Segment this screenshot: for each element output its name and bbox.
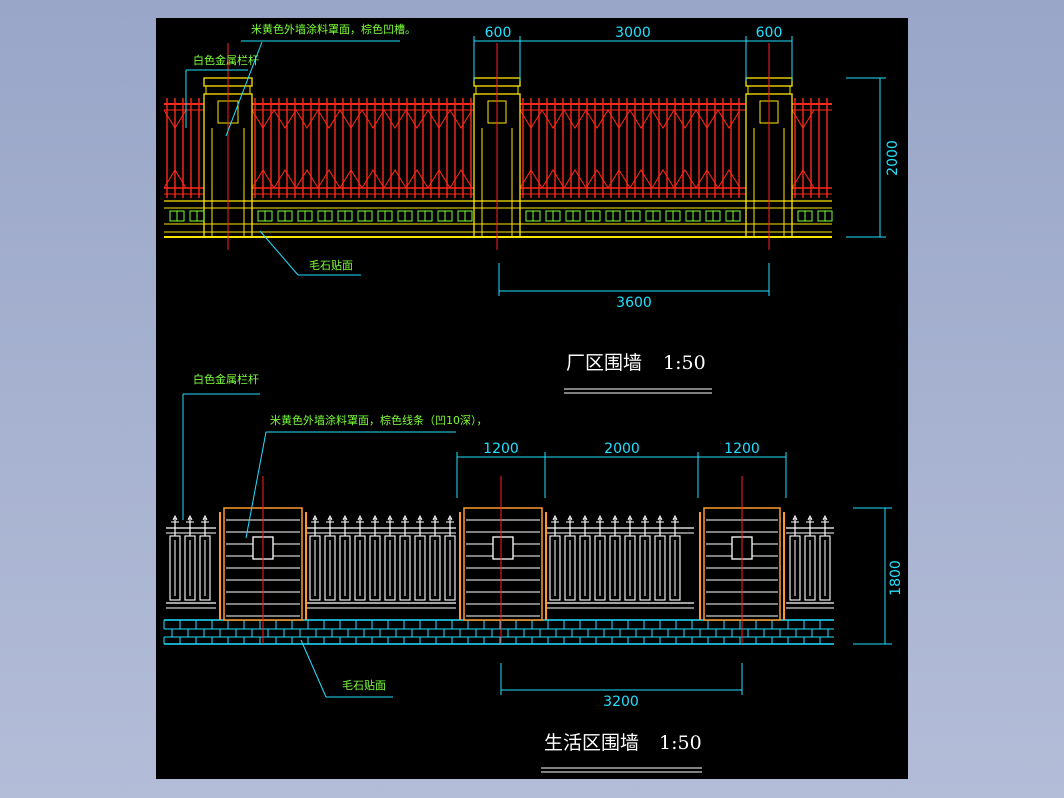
bottom-stone-base bbox=[163, 619, 834, 645]
ornament-v bbox=[541, 109, 565, 129]
panel-frame bbox=[463, 507, 543, 621]
bottom-base-note: 毛石贴面 bbox=[342, 678, 386, 692]
ornament-v bbox=[563, 109, 587, 129]
top-wall-title: 厂区围墙 bbox=[566, 352, 642, 374]
top-dim-middle: 3000 bbox=[615, 25, 651, 41]
bottom-wall-elevation bbox=[163, 476, 834, 645]
ornament-v bbox=[405, 109, 429, 129]
top-dimensions bbox=[473, 36, 886, 296]
ornament-inv bbox=[651, 169, 675, 189]
ornament-v bbox=[449, 109, 473, 129]
ornament-inv bbox=[449, 169, 473, 189]
bottom-dim-height: 1800 bbox=[888, 560, 904, 596]
ornament-v bbox=[717, 109, 741, 129]
ornament-v bbox=[585, 109, 609, 129]
top-dim-right: 600 bbox=[756, 25, 783, 41]
bottom-dim-span: 3200 bbox=[603, 694, 639, 710]
bottom-title-underline bbox=[541, 767, 702, 773]
ornament-inv bbox=[541, 169, 565, 189]
top-railing-note: 白色金属栏杆 bbox=[193, 53, 259, 67]
top-wall-scale: 1:50 bbox=[663, 352, 706, 374]
ornament-v bbox=[317, 109, 341, 129]
ornament-inv bbox=[673, 169, 697, 189]
ornament-inv bbox=[273, 169, 297, 189]
ornament-v bbox=[361, 109, 385, 129]
ornament-inv bbox=[629, 169, 653, 189]
bottom-wall-title: 生活区围墙 bbox=[544, 732, 639, 754]
wall-elevation-drawing: 600 3000 600 2000 3600 米黄色外墙涂料罩面，棕色凹槽。 白… bbox=[163, 22, 904, 773]
bottom-railing-note: 白色金属栏杆 bbox=[193, 372, 259, 386]
bottom-coating-note: 米黄色外墙涂料罩面，棕色线条（凹10深）， bbox=[270, 413, 488, 427]
bottom-dim-left: 1200 bbox=[483, 441, 519, 457]
top-dim-span: 3600 bbox=[616, 295, 652, 311]
top-base-note: 毛石贴面 bbox=[309, 258, 353, 272]
ornament-inv bbox=[317, 169, 341, 189]
ornament-inv bbox=[383, 169, 407, 189]
top-dim-height: 2000 bbox=[885, 140, 901, 176]
ornament-inv bbox=[563, 169, 587, 189]
top-dim-left: 600 bbox=[485, 25, 512, 41]
ornament-inv bbox=[717, 169, 741, 189]
bottom-dim-middle: 2000 bbox=[604, 441, 640, 457]
ornament-inv bbox=[361, 169, 385, 189]
top-title-underline bbox=[564, 388, 712, 394]
ornament-inv bbox=[585, 169, 609, 189]
cad-viewport[interactable]: 600 3000 600 2000 3600 米黄色外墙涂料罩面，棕色凹槽。 白… bbox=[156, 18, 908, 779]
top-coating-note: 米黄色外墙涂料罩面，棕色凹槽。 bbox=[251, 22, 416, 36]
ornament-v bbox=[273, 109, 297, 129]
bottom-dim-right: 1200 bbox=[724, 441, 760, 457]
ornament-v bbox=[629, 109, 653, 129]
ornament-v bbox=[673, 109, 697, 129]
panel-vent bbox=[492, 536, 514, 560]
ornament-inv bbox=[295, 169, 319, 189]
bottom-wall-panels bbox=[219, 507, 785, 621]
ornament-inv bbox=[405, 169, 429, 189]
ornament-v bbox=[383, 109, 407, 129]
bottom-wall-scale: 1:50 bbox=[659, 732, 702, 754]
ornament-v bbox=[295, 109, 319, 129]
top-wall-elevation bbox=[163, 43, 833, 250]
ornament-v bbox=[651, 109, 675, 129]
